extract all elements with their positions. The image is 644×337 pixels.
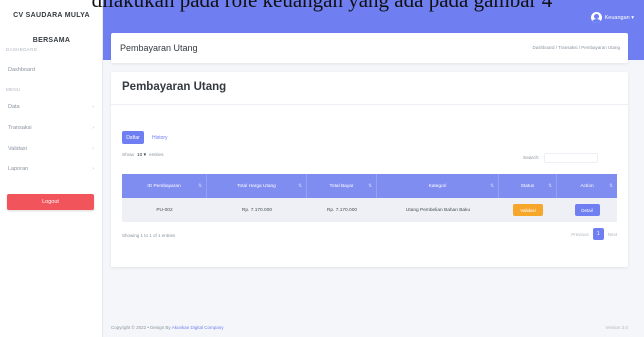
cell-id: PU-002 — [156, 207, 173, 213]
cell-status: Validasi — [499, 198, 557, 222]
breadcrumb[interactable]: Dashboard / Transaksi / Pembayaran Utang — [532, 45, 620, 50]
divider — [111, 104, 628, 105]
table-header-row: ID Pembayaran ⇅ Total Harga Utang ⇅ Tota… — [122, 174, 617, 198]
sort-icon: ⇅ — [548, 183, 552, 188]
brand-name: CV SAUDARA MULYA — [13, 12, 90, 19]
pagination-next[interactable]: Next — [608, 232, 617, 237]
sort-icon: ⇅ — [368, 183, 372, 188]
footer-version: Version 2.0 — [605, 325, 628, 330]
table-info: Showing 1 to 1 of 1 entries — [122, 233, 176, 238]
sidebar-item-validasi[interactable]: Validasi › — [8, 143, 98, 155]
sort-icon: ⇅ — [490, 183, 494, 188]
column-header-id[interactable]: ID Pembayaran ⇅ — [122, 174, 207, 198]
sidebar-item-label: Validasi — [8, 146, 27, 152]
section-label-menu: MENU — [6, 87, 21, 92]
sidebar-item-label: Dashboard — [8, 67, 35, 73]
chevron-right-icon: › — [92, 104, 94, 110]
logout-button[interactable]: Logout — [7, 194, 94, 210]
sidebar-item-dashboard[interactable]: Dashboard — [8, 64, 98, 76]
column-header-status[interactable]: Status ⇅ — [499, 174, 557, 198]
pagination: Previous 1 Next — [571, 228, 617, 240]
chevron-right-icon: › — [92, 166, 94, 172]
cell-total-harga: Rp. 7.170.000 — [241, 207, 273, 213]
column-header-label: Action — [580, 183, 594, 189]
column-header-kategori[interactable]: Kategori ⇅ — [377, 174, 499, 198]
search-input[interactable] — [543, 153, 598, 163]
entries-control: Show 10 ▾ entries — [122, 153, 163, 158]
tab-daftar[interactable]: Daftar — [122, 131, 144, 144]
sort-icon: ⇅ — [609, 183, 613, 188]
column-header-label: Total Harga Utang — [237, 183, 276, 189]
column-header-total-harga[interactable]: Total Harga Utang ⇅ — [207, 174, 307, 198]
brand-name-line2: BERSAMA — [32, 37, 71, 44]
column-header-label: Status — [520, 183, 535, 189]
table-row: PU-002 Rp. 7.170.000 Rp. 7.170.000 Utang… — [122, 198, 617, 222]
column-header-total-bayar[interactable]: Total Bayar ⇅ — [307, 174, 377, 198]
payment-table: ID Pembayaran ⇅ Total Harga Utang ⇅ Tota… — [122, 174, 617, 222]
sidebar-item-label: Laporan — [8, 166, 29, 172]
status-badge[interactable]: Validasi — [513, 204, 543, 216]
column-header-label: ID Pembayaran — [147, 183, 181, 189]
chevron-right-icon: › — [92, 146, 94, 152]
tab-history[interactable]: History — [152, 135, 168, 141]
sort-icon: ⇅ — [198, 183, 202, 188]
footer-copyright-text: Copyright © 2022 • Design By — [111, 325, 171, 330]
show-label: Show — [122, 153, 134, 158]
pagination-previous[interactable]: Previous — [571, 232, 589, 237]
footer-company-link[interactable]: Akunkan Digital Company — [172, 325, 224, 330]
user-avatar-icon — [590, 12, 602, 23]
page-header: Pembayaran Utang Dashboard / Transaksi /… — [111, 33, 628, 63]
page-title: Pembayaran Utang — [120, 43, 198, 53]
sidebar-item-transaksi[interactable]: Transaksi › — [8, 122, 98, 134]
user-menu[interactable]: Keuangan ▾ — [590, 12, 634, 23]
sidebar-item-label: Data — [8, 104, 20, 110]
cell-total-bayar: Rp. 7.170.000 — [326, 207, 358, 213]
search-label: Search: — [523, 155, 540, 161]
main-card: Pembayaran Utang Daftar History Show 10 … — [111, 72, 628, 267]
column-header-label: Kategori — [428, 183, 447, 189]
footer-copyright: Copyright © 2022 • Design By Akunkan Dig… — [111, 325, 223, 330]
cell-action: Detail — [557, 198, 617, 222]
user-menu-label: Keuangan ▾ — [604, 14, 634, 21]
card-title: Pembayaran Utang — [122, 81, 227, 93]
column-header-label: Total Bayar — [329, 183, 354, 189]
sidebar-item-data[interactable]: Data › — [8, 101, 98, 113]
sidebar: CV SAUDARA MULYA BERSAMA DASHBOARD Dashb… — [0, 0, 103, 337]
sidebar-item-laporan[interactable]: Laporan › — [8, 163, 98, 175]
column-header-action[interactable]: Action ⇅ — [557, 174, 617, 198]
pagination-page-1[interactable]: 1 — [592, 228, 604, 240]
search-control: Search: — [523, 153, 598, 163]
detail-button[interactable]: Detail — [574, 204, 600, 216]
sort-icon: ⇅ — [298, 183, 302, 188]
entries-label: entries — [149, 153, 164, 158]
chevron-right-icon: › — [92, 125, 94, 131]
section-label-dashboard: DASHBOARD — [6, 47, 38, 52]
sidebar-item-label: Transaksi — [8, 125, 32, 131]
document-caption: dilakukan pada role keuangan yang ada pa… — [91, 0, 553, 12]
entries-select[interactable]: 10 ▾ — [137, 153, 146, 158]
cell-kategori: Utang Pembelian Bahan Baku — [405, 207, 471, 213]
